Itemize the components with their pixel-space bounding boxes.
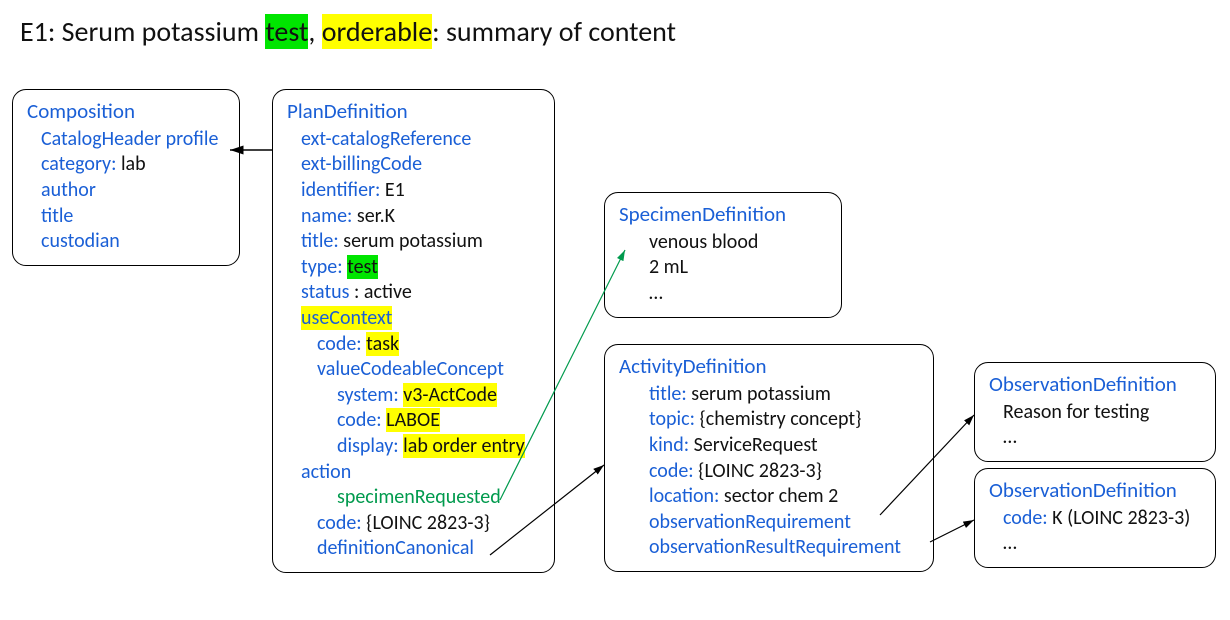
plan-uc-code-key: code: [317,332,366,356]
plan-code2-key: code: [337,408,386,432]
specimendefinition-box: SpecimenDefinition venous blood 2 mL … [604,192,842,318]
activity-title-key: title: [649,382,691,406]
obs2-code-val: K (LOINC 2823-3) [1052,506,1190,530]
plan-ext-billing: ext-billingCode [301,152,422,176]
plan-name-val: ser.K [357,204,395,228]
title-hl-test: test [265,14,308,49]
activity-kind-key: kind: [649,433,694,457]
title-mid: , [308,14,321,49]
title-prefix: E1: Serum potassium [20,14,265,49]
plan-code3-val: {LOINC 2823-3} [366,511,490,535]
specimen-heading: SpecimenDefinition [619,201,829,228]
composition-category-val: lab [121,152,146,176]
composition-author: author [41,178,96,202]
plan-title-val: serum potassium [343,229,483,253]
activity-kind-val: ServiceRequest [694,433,818,457]
activity-heading: ActivityDefinition [619,353,921,380]
plan-defcanonical: definitionCanonical [317,536,474,560]
composition-title-field: title [41,204,73,228]
obs2-code-key: code: [1003,506,1052,530]
plan-display-key: display: [337,434,403,458]
plan-code3-key: code: [317,511,366,535]
plan-action: action [301,460,351,484]
obs1-l2: … [1003,425,1017,449]
activity-topic-key: topic: [649,407,699,431]
plan-status-key: status [301,280,354,304]
plan-display-val: lab order entry [403,434,525,458]
obs1-heading: ObservationDefinition [989,371,1203,398]
plan-specimen-requested: specimenRequested [337,485,501,509]
specimen-l3: … [649,281,663,305]
plan-type-key: type: [301,255,347,279]
plan-status-val: : active [354,280,412,304]
plan-heading: PlanDefinition [287,98,542,125]
plan-usecontext: useContext [301,306,392,330]
plan-name-key: name: [301,204,357,228]
plan-uc-code-val: task [366,332,399,356]
composition-category-key: category: [41,152,121,176]
activitydefinition-box: ActivityDefinition title: serum potassiu… [604,344,934,572]
composition-custodian: custodian [41,229,120,253]
composition-profile: CatalogHeader profile [41,127,218,151]
activity-obs-result-req: observationResultRequirement [649,535,901,559]
title-hl-orderable: orderable [322,14,432,49]
activity-title-val: serum potassium [691,382,831,406]
activity-topic-val: {chemistry concept} [699,407,861,431]
composition-heading: Composition [27,98,227,125]
plandefinition-box: PlanDefinition ext-catalogReference ext-… [272,89,555,573]
obs2-l2: … [1003,531,1017,555]
plan-identifier-key: identifier: [301,178,385,202]
plan-title-key: title: [301,229,343,253]
plan-identifier-val: E1 [385,178,405,202]
plan-system-key: system: [337,383,403,407]
obs2-heading: ObservationDefinition [989,477,1203,504]
arrow-obs-result-requirement [930,520,974,542]
title-suffix: : summary of content [432,14,676,49]
obs1-l1: Reason for testing [1003,400,1149,424]
activity-code-key: code: [649,459,698,483]
activity-location-val: sector chem 2 [724,484,838,508]
plan-code2-val: LABOE [386,408,440,432]
observationdefinition-box-1: ObservationDefinition Reason for testing… [974,362,1216,462]
plan-system-val: v3-ActCode [403,383,497,407]
plan-vcc: valueCodeableConcept [317,357,504,381]
observationdefinition-box-2: ObservationDefinition code: K (LOINC 282… [974,468,1216,568]
plan-type-val: test [347,255,378,279]
plan-ext-catalog: ext-catalogReference [301,127,471,151]
composition-box: Composition CatalogHeader profile catego… [12,89,240,266]
page-title: E1: Serum potassium test, orderable: sum… [20,14,676,49]
specimen-l2: 2 mL [649,255,688,279]
activity-location-key: location: [649,484,724,508]
activity-obs-req: observationRequirement [649,510,851,534]
specimen-l1: venous blood [649,230,758,254]
activity-code-val: {LOINC 2823-3} [698,459,822,483]
